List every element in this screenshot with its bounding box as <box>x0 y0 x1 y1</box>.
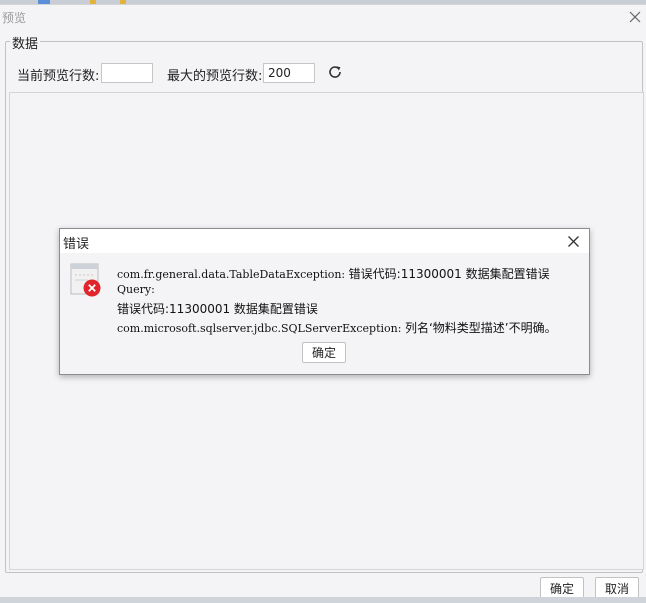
window-title-bar: 预览 <box>0 5 646 29</box>
current-rows-input[interactable] <box>101 63 153 83</box>
error-message-line: com.microsoft.sqlserver.jdbc.SQLServerEx… <box>117 319 557 336</box>
dialog-title: 错误 <box>63 237 90 252</box>
close-icon[interactable] <box>567 235 580 248</box>
error-icon <box>70 263 101 297</box>
bottom-strip <box>0 597 646 603</box>
window-title: 预览 <box>2 11 27 25</box>
error-code-line: 错误代码:11300001 数据集配置错误 <box>117 302 318 316</box>
error-dialog: 错误 com.fr.general.data.TableDataExceptio… <box>59 228 590 375</box>
exception-text: 列名‘物料类型描述’不明确。 <box>404 321 557 335</box>
query-label: Query: <box>117 283 155 296</box>
fieldset-legend: 数据 <box>10 33 41 52</box>
current-rows-label: 当前预览行数: <box>17 69 100 84</box>
close-icon[interactable] <box>628 10 642 24</box>
cancel-button[interactable]: 取消 <box>595 577 639 599</box>
exception-text: 错误代码:11300001 数据集配置错误 <box>348 267 550 281</box>
max-rows-label: 最大的预览行数: <box>167 69 263 84</box>
error-message-line: com.fr.general.data.TableDataException: … <box>117 265 550 282</box>
dialog-title-bar: 错误 <box>60 229 589 253</box>
refresh-icon[interactable] <box>327 64 343 80</box>
dialog-ok-button[interactable]: 确定 <box>302 342 346 363</box>
exception-class: com.fr.general.data.TableDataException: <box>117 268 346 281</box>
exception-class: com.microsoft.sqlserver.jdbc.SQLServerEx… <box>117 322 402 335</box>
max-rows-input[interactable] <box>263 63 315 83</box>
ok-button[interactable]: 确定 <box>540 577 584 599</box>
